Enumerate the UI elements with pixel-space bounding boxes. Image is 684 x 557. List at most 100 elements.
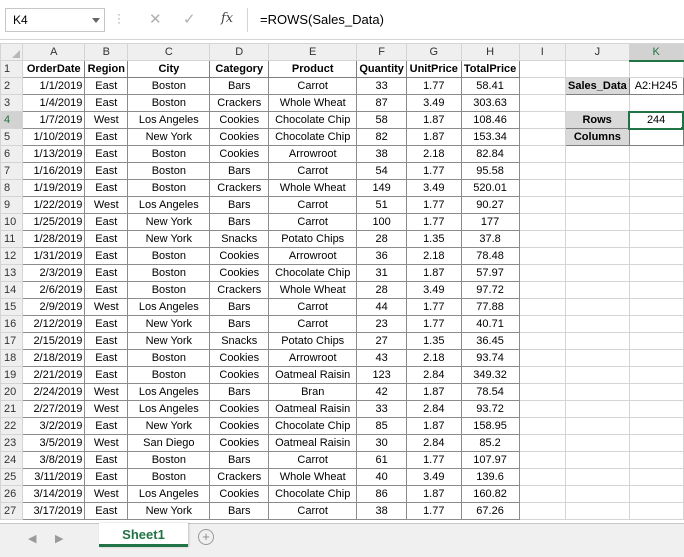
row-header[interactable]: 18 [0,349,24,367]
empty-cell[interactable] [565,298,630,316]
data-cell[interactable]: 1/7/2019 [22,111,86,129]
add-sheet-icon[interactable]: + [198,529,214,545]
empty-cell[interactable] [565,485,630,503]
data-cell[interactable]: Whole Wheat [268,179,358,197]
formula-input[interactable]: =ROWS(Sales_Data) [254,8,679,32]
data-cell[interactable]: 2/15/2019 [22,332,86,350]
data-cell[interactable]: Carrot [268,196,358,214]
data-cell[interactable]: Los Angeles [127,298,211,316]
data-cell[interactable]: Crackers [209,281,270,299]
empty-cell[interactable] [628,315,684,333]
row-header[interactable]: 2 [0,77,24,95]
empty-cell[interactable] [518,417,567,435]
data-cell[interactable]: Chocolate Chip [268,128,358,146]
data-cell[interactable]: 95.58 [460,162,520,180]
header-cell[interactable]: TotalPrice [460,60,520,78]
data-cell[interactable]: 100 [356,213,407,231]
data-cell[interactable]: Bars [209,315,270,333]
data-cell[interactable]: East [84,502,129,520]
data-cell[interactable]: Crackers [209,179,270,197]
row-header[interactable]: 15 [0,298,24,316]
empty-cell[interactable] [628,417,684,435]
empty-cell[interactable] [565,451,630,469]
data-cell[interactable]: 2/3/2019 [22,264,86,282]
empty-cell[interactable] [565,179,630,197]
empty-cell[interactable] [518,77,567,95]
empty-cell[interactable] [628,145,684,163]
data-cell[interactable]: 1/4/2019 [22,94,86,112]
data-cell[interactable]: East [84,77,129,95]
empty-cell[interactable] [565,383,630,401]
data-cell[interactable]: 1.87 [405,383,462,401]
empty-cell[interactable] [628,298,684,316]
empty-cell[interactable] [518,128,567,146]
data-cell[interactable]: Crackers [209,468,270,486]
data-cell[interactable]: New York [127,213,211,231]
data-cell[interactable]: 1.77 [405,315,462,333]
data-cell[interactable]: 160.82 [460,485,520,503]
column-header-f[interactable]: F [356,43,407,61]
data-cell[interactable]: 87 [356,94,407,112]
data-cell[interactable]: Arrowroot [268,145,358,163]
column-header-h[interactable]: H [460,43,520,61]
header-cell[interactable]: Region [84,60,129,78]
rows-label-cell[interactable]: Rows [565,111,630,129]
data-cell[interactable]: 149 [356,179,407,197]
empty-cell[interactable] [565,332,630,350]
row-header[interactable]: 5 [0,128,24,146]
empty-cell[interactable] [565,60,630,78]
data-cell[interactable]: 97.72 [460,281,520,299]
data-cell[interactable]: West [84,434,129,452]
data-cell[interactable]: Boston [127,247,211,265]
data-cell[interactable]: 3.49 [405,281,462,299]
empty-cell[interactable] [518,196,567,214]
data-cell[interactable]: Los Angeles [127,485,211,503]
name-box[interactable]: K4 [5,8,105,32]
row-header[interactable]: 10 [0,213,24,231]
data-cell[interactable]: 42 [356,383,407,401]
empty-cell[interactable] [518,179,567,197]
data-cell[interactable]: Boston [127,94,211,112]
empty-cell[interactable] [518,366,567,384]
empty-cell[interactable] [628,94,684,112]
empty-cell[interactable] [518,349,567,367]
data-cell[interactable]: San Diego [127,434,211,452]
empty-cell[interactable] [628,434,684,452]
empty-cell[interactable] [565,315,630,333]
row-header[interactable]: 9 [0,196,24,214]
data-cell[interactable]: 67.26 [460,502,520,520]
data-cell[interactable]: Boston [127,366,211,384]
empty-cell[interactable] [565,400,630,418]
data-cell[interactable]: Cookies [209,400,270,418]
data-cell[interactable]: 2.84 [405,366,462,384]
data-cell[interactable]: 3/11/2019 [22,468,86,486]
empty-cell[interactable] [628,349,684,367]
data-cell[interactable]: 349.32 [460,366,520,384]
data-cell[interactable]: Whole Wheat [268,281,358,299]
data-cell[interactable]: 1/22/2019 [22,196,86,214]
row-header[interactable]: 23 [0,434,24,452]
data-cell[interactable]: 1/10/2019 [22,128,86,146]
data-cell[interactable]: 1.87 [405,111,462,129]
data-cell[interactable]: 1/25/2019 [22,213,86,231]
empty-cell[interactable] [628,451,684,469]
row-header[interactable]: 19 [0,366,24,384]
data-cell[interactable]: Bars [209,162,270,180]
data-cell[interactable]: West [84,400,129,418]
row-header[interactable]: 26 [0,485,24,503]
column-header-d[interactable]: D [209,43,270,61]
data-cell[interactable]: 85.2 [460,434,520,452]
empty-cell[interactable] [628,502,684,520]
header-cell[interactable]: Quantity [356,60,407,78]
empty-cell[interactable] [518,60,567,78]
data-cell[interactable]: Boston [127,349,211,367]
empty-cell[interactable] [518,213,567,231]
row-header[interactable]: 20 [0,383,24,401]
data-cell[interactable]: 3/17/2019 [22,502,86,520]
data-cell[interactable]: 177 [460,213,520,231]
data-cell[interactable]: Arrowroot [268,247,358,265]
worksheet-grid[interactable]: A B C D E F G H I J K 1 OrderDate Region Ci… [0,43,684,520]
data-cell[interactable]: East [84,247,129,265]
data-cell[interactable]: 1/28/2019 [22,230,86,248]
data-cell[interactable]: 38 [356,145,407,163]
